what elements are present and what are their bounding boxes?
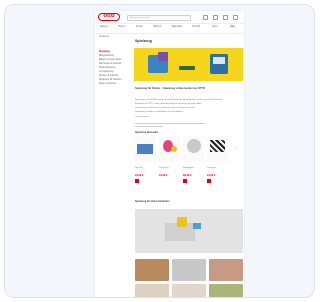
text-line [135,126,163,127]
text-line [135,123,205,124]
hero-banner[interactable] [134,48,243,81]
webpage-screenshot: otto Wonach suchst du? Damen Herren Kind… [95,11,244,297]
product-image [137,144,153,154]
sidebar-item[interactable]: Fahrzeuge & Zubehör [99,63,121,65]
nav-item-damen[interactable]: Damen [100,25,108,28]
wishlist-icon[interactable] [223,15,228,20]
page-title: Spielzeug [135,39,152,43]
product-price: 89,99 € [183,174,192,177]
nav-item-technik[interactable]: Technik [192,25,200,28]
promo-image [193,223,201,229]
product-name[interactable]: Babywippe [183,167,194,169]
product-name[interactable]: Lernspiel [207,167,216,169]
user-icon[interactable] [213,15,218,20]
section-heading: Spielzeug-Bestseller [135,131,159,134]
product-price: 19,99 € [159,174,168,177]
nav-item-baumarkt[interactable]: Baumarkt [172,25,182,28]
sidebar-item[interactable]: Bauen & Konstruieren [99,59,121,61]
promo-image [177,217,187,227]
search-input[interactable]: Wonach suchst du? [127,15,191,21]
preview-frame: otto Wonach suchst du? Damen Herren Kind… [4,4,315,298]
product-card[interactable] [135,136,156,162]
category-tile[interactable] [172,259,206,281]
breadcrumb[interactable]: Spielzeug [99,36,109,38]
category-tile[interactable] [135,284,169,297]
product-card[interactable] [183,136,204,162]
category-tile[interactable] [135,259,169,281]
text-line [135,116,149,117]
sidebar-item[interactable]: Lernspielzeug [99,71,113,73]
product-image [171,146,177,152]
sidebar-item[interactable]: Kinderspielzeug [99,67,115,69]
banner-logo-image [179,66,195,70]
category-tile[interactable] [209,259,243,281]
sidebar-item[interactable]: Puppen & Zubehör [99,75,118,77]
nav-item-sport[interactable]: Sport [212,25,218,28]
carousel-next-icon[interactable]: › [235,147,236,151]
service-icon[interactable] [203,15,208,20]
search-placeholder: Wonach suchst du? [130,16,150,19]
logo-text: otto [103,13,115,19]
toy-image [158,52,168,61]
category-tile[interactable] [172,284,206,297]
product-name[interactable]: Spielset [135,167,143,169]
promo-heading: Spielzeug für kleine Entdecker [135,200,170,203]
product-name[interactable]: Plüschtier [159,167,169,169]
product-card[interactable] [159,136,180,162]
product-price: 29,99 € [135,174,144,177]
sidebar-heading[interactable]: Spielzeug [99,51,110,53]
intro-heading: Spielzeug für Kinder – Spielzeug online … [135,87,205,90]
sale-badge [207,179,211,183]
intro-paragraph: Entdecke bei OTTO eine große Auswahl an … [135,103,202,105]
sale-badge [183,179,187,183]
promo-banner[interactable] [135,209,243,253]
cart-icon[interactable] [233,15,238,20]
nav-item-sale[interactable]: Sale [230,25,235,28]
sidebar-item[interactable]: Spielzeug für draußen [99,79,122,81]
sidebar-item[interactable]: Spiele & Puzzles [99,83,116,85]
nav-item-herren[interactable]: Herren [118,25,125,28]
sidebar-item[interactable]: Babyspielzeug [99,55,114,57]
product-image [187,139,201,153]
intro-paragraph: Spielzeug für Babys, Kleinkinder und Sch… [135,111,183,113]
product-image [210,140,225,152]
otto-logo[interactable]: otto [98,13,120,21]
product-price: 24,99 € [207,174,216,177]
intro-paragraph: Spielzeug ist für Kinder mehr als nur Ze… [135,99,223,101]
text-line [135,107,195,108]
product-card[interactable] [207,136,228,162]
category-tile[interactable] [209,284,243,297]
nav-item-wohnen[interactable]: Wohnen [153,25,162,28]
sale-badge [135,179,139,183]
game-art-image [213,57,225,64]
nav-item-kinder[interactable]: Kinder [136,25,143,28]
